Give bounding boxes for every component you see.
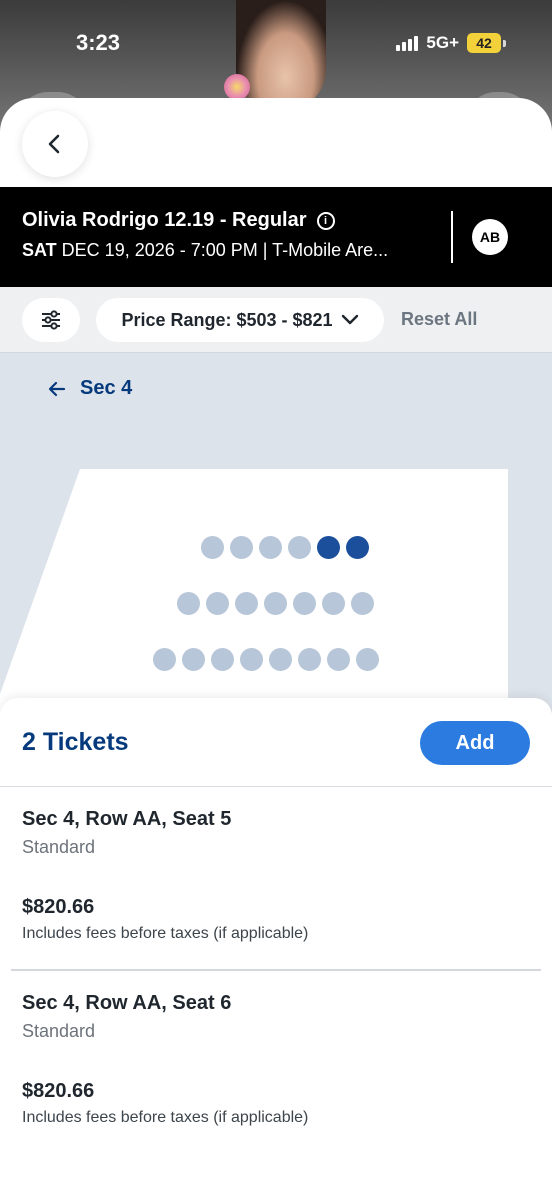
ticket-fees-note: Includes fees before taxes (if applicabl…: [22, 925, 309, 942]
seat-available[interactable]: [351, 592, 374, 615]
seat-available[interactable]: [230, 536, 253, 559]
seat-available[interactable]: [153, 648, 176, 671]
filter-button[interactable]: [22, 298, 80, 342]
seat-map: Sec 4: [0, 353, 552, 713]
seat-available[interactable]: [201, 536, 224, 559]
section-label: Sec 4: [80, 377, 133, 399]
sliders-icon: [42, 310, 60, 330]
seat-available[interactable]: [235, 592, 258, 615]
event-day: SAT: [22, 240, 57, 260]
divider: [0, 786, 552, 787]
header-divider: [451, 211, 453, 263]
info-icon[interactable]: i: [316, 211, 335, 230]
battery-icon: 42: [467, 33, 506, 53]
seat-available[interactable]: [264, 592, 287, 615]
ticket-item: Sec 4, Row AA, Seat 6 Standard $820.66 I…: [22, 992, 532, 1127]
avatar[interactable]: AB: [472, 219, 508, 255]
reset-all-button[interactable]: Reset All: [401, 309, 477, 330]
filter-bar: Price Range: $503 - $821 Reset All: [0, 287, 552, 353]
seat-available[interactable]: [293, 592, 316, 615]
status-indicators: 5G+ 42: [396, 33, 506, 53]
flower-decoration: [224, 74, 250, 100]
chevron-down-icon: [341, 314, 358, 325]
ticket-seat-title: Sec 4, Row AA, Seat 5: [22, 808, 232, 830]
seat-available[interactable]: [298, 648, 321, 671]
tickets-count: 2 Tickets: [22, 728, 129, 756]
section-back-button[interactable]: Sec 4: [48, 377, 132, 400]
seat-available[interactable]: [288, 536, 311, 559]
network-type: 5G+: [426, 33, 459, 52]
add-button[interactable]: Add: [420, 721, 530, 765]
event-details: SAT DEC 19, 2026 - 7:00 PM | T-Mobile Ar…: [22, 240, 388, 261]
seat-available[interactable]: [240, 648, 263, 671]
seat-available[interactable]: [327, 648, 350, 671]
artist-photo: [236, 0, 326, 110]
price-range-label: Price Range: $503 - $821: [121, 309, 333, 330]
ticket-type: Standard: [22, 837, 96, 857]
seat-available[interactable]: [177, 592, 200, 615]
ticket-price: $820.66: [22, 896, 95, 918]
arrow-left-icon: [48, 381, 66, 396]
signal-icon: [396, 35, 419, 51]
ticket-type: Standard: [22, 1021, 96, 1041]
chevron-left-icon: [48, 134, 60, 154]
seat-selected[interactable]: [346, 536, 369, 559]
seat-available[interactable]: [206, 592, 229, 615]
ticket-seat-title: Sec 4, Row AA, Seat 6: [22, 992, 232, 1014]
seat-available[interactable]: [259, 536, 282, 559]
seat-available[interactable]: [322, 592, 345, 615]
back-button[interactable]: [22, 111, 88, 177]
event-header: Olivia Rodrigo 12.19 - Regular i SAT DEC…: [0, 187, 552, 287]
price-range-dropdown[interactable]: Price Range: $503 - $821: [96, 298, 384, 342]
ticket-price: $820.66: [22, 1080, 95, 1102]
seat-row-1: [201, 536, 369, 559]
ticket-fees-note: Includes fees before taxes (if applicabl…: [22, 1109, 309, 1126]
ticket-sheet: 2 Tickets Add Sec 4, Row AA, Seat 5 Stan…: [0, 698, 552, 1200]
seat-available[interactable]: [356, 648, 379, 671]
seat-available[interactable]: [211, 648, 234, 671]
event-date-venue: DEC 19, 2026 - 7:00 PM | T-Mobile Are...: [56, 240, 389, 260]
status-time: 3:23: [76, 30, 121, 55]
seat-row-2: [177, 592, 374, 615]
event-title-row[interactable]: Olivia Rodrigo 12.19 - Regular i: [22, 209, 335, 232]
event-title: Olivia Rodrigo 12.19 - Regular: [22, 209, 307, 231]
section-shape: [0, 469, 508, 713]
ticket-item: Sec 4, Row AA, Seat 5 Standard $820.66 I…: [22, 808, 532, 943]
seat-selected[interactable]: [317, 536, 340, 559]
divider: [11, 969, 541, 971]
battery-level: 42: [467, 33, 501, 53]
seat-available[interactable]: [269, 648, 292, 671]
seat-row-3: [153, 648, 379, 671]
seat-available[interactable]: [182, 648, 205, 671]
